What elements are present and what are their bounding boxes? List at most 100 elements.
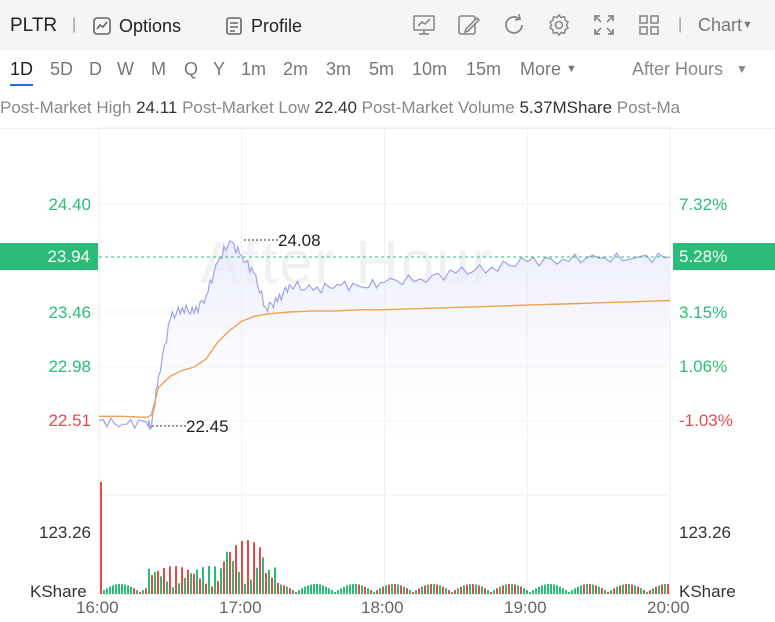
volume-bar	[535, 588, 537, 594]
volume-bar	[349, 584, 351, 594]
volume-bar	[373, 591, 375, 594]
volume-bar	[325, 586, 327, 594]
y-axis-right-label: 7.32%	[679, 195, 728, 214]
volume-bar	[112, 585, 114, 594]
volume-bar	[622, 584, 624, 594]
volume-bar	[178, 583, 180, 594]
volume-bar	[157, 570, 159, 594]
volume-bar	[190, 573, 192, 594]
volume-bar	[661, 584, 663, 594]
y-axis-left-label: 24.40	[48, 195, 91, 214]
volume-bar	[169, 566, 171, 594]
volume-bar	[304, 586, 306, 594]
volume-bar	[355, 584, 357, 594]
volume-bar	[127, 585, 129, 594]
volume-bar	[253, 542, 255, 594]
y-axis-right-label: 3.15%	[679, 303, 728, 322]
volume-bar	[121, 584, 123, 594]
volume-bar	[517, 585, 519, 594]
volume-bar	[568, 591, 570, 594]
volume-axis-left-label: 123.26	[39, 523, 91, 542]
volume-bar	[361, 585, 363, 594]
volume-bar	[577, 586, 579, 594]
volume-bar	[106, 588, 108, 594]
y-axis-left-label: 22.51	[48, 411, 91, 430]
volume-bar	[313, 584, 315, 594]
volume-bar	[205, 583, 207, 594]
volume-bar	[100, 482, 102, 594]
volume-bar	[412, 591, 414, 594]
volume-bar	[499, 586, 501, 594]
volume-bar	[487, 590, 489, 594]
volume-bar	[382, 586, 384, 594]
volume-bar	[523, 588, 525, 594]
x-axis-label: 19:00	[504, 598, 547, 617]
volume-bar	[115, 584, 117, 594]
volume-bar	[229, 552, 231, 594]
volume-bar	[283, 585, 285, 594]
volume-bar	[418, 588, 420, 594]
volume-bar	[367, 588, 369, 594]
volume-bar	[394, 584, 396, 594]
x-axis-label: 18:00	[361, 598, 404, 617]
volume-bar	[448, 590, 450, 594]
volume-bar	[646, 591, 648, 594]
price-chart[interactable]	[0, 0, 775, 622]
volume-bar	[460, 586, 462, 594]
volume-bar	[538, 586, 540, 594]
volume-bar	[520, 586, 522, 594]
volume-bar	[370, 590, 372, 594]
volume-bar	[124, 584, 126, 594]
x-axis-label: 20:00	[647, 598, 690, 617]
volume-bar	[256, 567, 258, 594]
volume-bar	[550, 584, 552, 594]
y-axis-left-label: 22.98	[48, 357, 91, 376]
volume-bar	[544, 584, 546, 594]
volume-bar	[235, 545, 237, 594]
volume-bar	[400, 585, 402, 594]
volume-bar	[574, 588, 576, 594]
volume-bar	[331, 590, 333, 594]
volume-bar	[175, 566, 177, 594]
volume-bar	[601, 588, 603, 594]
volume-bar	[295, 591, 297, 594]
volume-bar	[118, 584, 120, 594]
volume-bar	[541, 585, 543, 594]
volume-bar	[496, 588, 498, 594]
volume-bar	[346, 585, 348, 594]
volume-bar	[220, 568, 222, 594]
volume-bar	[472, 584, 474, 594]
volume-bar	[226, 551, 228, 594]
volume-bar	[262, 557, 264, 594]
volume-bar	[532, 590, 534, 594]
volume-bar	[640, 588, 642, 594]
volume-bar	[208, 566, 210, 594]
volume-bar	[514, 584, 516, 594]
volume-bar	[388, 584, 390, 594]
volume-bar	[604, 589, 606, 594]
volume-bar	[529, 591, 531, 594]
volume-bar	[292, 590, 294, 594]
volume-bar	[376, 590, 378, 594]
volume-bar	[421, 586, 423, 594]
volume-bar	[625, 584, 627, 594]
volume-bar	[442, 586, 444, 594]
volume-bar	[526, 590, 528, 594]
volume-bar	[607, 591, 609, 594]
volume-bar	[595, 585, 597, 594]
volume-bar	[664, 584, 666, 594]
volume-bar	[652, 588, 654, 594]
volume-bar	[211, 586, 213, 594]
volume-bar	[547, 584, 549, 594]
volume-bar	[316, 584, 318, 594]
volume-bar	[430, 584, 432, 594]
y-axis-left-label: 23.46	[48, 303, 91, 322]
volume-bar	[184, 577, 186, 594]
volume-bar	[493, 590, 495, 594]
volume-bar	[133, 588, 135, 594]
volume-bar	[298, 590, 300, 594]
volume-bar	[244, 584, 246, 594]
volume-bar	[616, 586, 618, 594]
volume-bar	[214, 566, 216, 594]
volume-bar	[613, 588, 615, 594]
